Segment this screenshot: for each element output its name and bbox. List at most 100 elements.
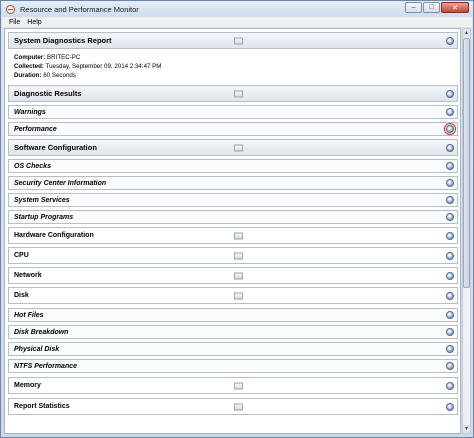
- section-title: Diagnostic Results: [14, 89, 82, 98]
- section-header[interactable]: Startup Programs ▼: [9, 211, 457, 223]
- section-title: Warnings: [14, 108, 46, 116]
- section-header[interactable]: Disk Breakdown ▼: [9, 326, 457, 338]
- section-header[interactable]: Software Configuration ▲: [9, 140, 457, 155]
- expand-icon[interactable]: ▼: [446, 328, 454, 336]
- section-header[interactable]: Hardware Configuration ▼: [9, 228, 457, 243]
- section-header[interactable]: Hot Files ▼: [9, 309, 457, 321]
- expand-icon[interactable]: ▼: [446, 213, 454, 221]
- monitor-icon: [6, 4, 15, 14]
- expand-icon[interactable]: ▼: [446, 231, 454, 240]
- checkbox-icon[interactable]: [234, 272, 243, 279]
- section-title: CPU: [14, 252, 29, 259]
- section-report-statistics: Report Statistics ▼: [8, 398, 458, 415]
- section-title: Hot Files: [14, 311, 44, 319]
- section-title: Disk Breakdown: [14, 328, 69, 336]
- scroll-up-icon[interactable]: ▲: [463, 29, 470, 37]
- expand-icon[interactable]: ▼: [446, 196, 454, 204]
- section-header[interactable]: Performance ▼: [9, 123, 457, 135]
- section-diagnostic-results: Diagnostic Results ▲: [8, 85, 458, 102]
- section-security-center: Security Center Information ▼: [8, 176, 458, 190]
- computer-label: Computer:: [14, 54, 46, 61]
- section-startup-programs: Startup Programs ▼: [8, 210, 458, 224]
- duration-label: Duration:: [14, 72, 42, 79]
- window-controls: – □ ✕: [404, 2, 469, 13]
- section-header[interactable]: NTFS Performance ▼: [9, 360, 457, 372]
- section-title: Security Center Information: [14, 179, 107, 187]
- section-title: Disk: [14, 292, 29, 299]
- expand-icon[interactable]: ▼: [446, 311, 454, 319]
- section-software-configuration: Software Configuration ▲: [8, 139, 458, 156]
- window-title: Resource and Performance Monitor: [20, 4, 139, 14]
- section-hardware-configuration: Hardware Configuration ▼: [8, 227, 458, 244]
- section-title: System Services: [14, 196, 70, 204]
- expand-icon[interactable]: ▼: [446, 345, 454, 353]
- report-content: System Diagnostics Report ▲ Computer: BR…: [4, 28, 461, 434]
- section-header[interactable]: Disk ▼: [9, 288, 457, 303]
- section-title: Memory: [14, 382, 41, 389]
- section-title: NTFS Performance: [14, 362, 78, 370]
- collected-label: Collected:: [14, 63, 44, 70]
- section-header[interactable]: Diagnostic Results ▲: [9, 86, 457, 101]
- section-header[interactable]: Security Center Information ▼: [9, 177, 457, 189]
- section-ntfs-performance: NTFS Performance ▼: [8, 359, 458, 373]
- expand-icon[interactable]: ▼: [446, 362, 454, 370]
- section-header[interactable]: Physical Disk ▼: [9, 343, 457, 355]
- scroll-thumb[interactable]: [463, 38, 470, 288]
- section-os-checks: OS Checks ▼: [8, 159, 458, 173]
- collapse-icon[interactable]: ▲: [446, 143, 454, 152]
- section-network: Network ▼: [8, 267, 458, 284]
- title-bar[interactable]: Resource and Performance Monitor – □ ✕: [1, 1, 473, 17]
- section-title: Hardware Configuration: [14, 232, 94, 239]
- section-header[interactable]: Network ▼: [9, 268, 457, 283]
- section-title: Report Statistics: [14, 403, 70, 410]
- section-title: Physical Disk: [14, 345, 60, 353]
- checkbox-icon[interactable]: [234, 382, 243, 389]
- section-system-services: System Services ▼: [8, 193, 458, 207]
- expand-icon[interactable]: ▼: [444, 123, 456, 135]
- section-header[interactable]: OS Checks ▼: [9, 160, 457, 172]
- section-header[interactable]: CPU ▼: [9, 248, 457, 263]
- section-system-diagnostics-report: System Diagnostics Report ▲: [8, 32, 458, 49]
- section-title: Startup Programs: [14, 213, 74, 221]
- expand-icon[interactable]: ▼: [446, 381, 454, 390]
- checkbox-icon[interactable]: [234, 144, 243, 151]
- section-title: Performance: [14, 125, 57, 133]
- menu-help[interactable]: Help: [27, 19, 41, 26]
- section-disk: Disk ▼: [8, 287, 458, 304]
- collapse-icon[interactable]: ▲: [446, 36, 454, 45]
- section-header[interactable]: Report Statistics ▼: [9, 399, 457, 414]
- section-title: System Diagnostics Report: [14, 36, 112, 45]
- checkbox-icon[interactable]: [234, 403, 243, 410]
- section-header[interactable]: System Services ▼: [9, 194, 457, 206]
- section-hot-files: Hot Files ▼: [8, 308, 458, 322]
- checkbox-icon[interactable]: [234, 37, 243, 44]
- scroll-down-icon[interactable]: ▼: [463, 425, 470, 433]
- maximize-button[interactable]: □: [423, 2, 440, 13]
- checkbox-icon[interactable]: [234, 292, 243, 299]
- expand-icon[interactable]: ▼: [446, 402, 454, 411]
- duration-value: 60 Seconds: [43, 72, 76, 79]
- expand-icon[interactable]: ▼: [446, 271, 454, 280]
- checkbox-icon[interactable]: [234, 232, 243, 239]
- section-header[interactable]: Warnings ▲: [9, 106, 457, 118]
- section-cpu: CPU ▼: [8, 247, 458, 264]
- menu-bar: File Help: [2, 17, 472, 27]
- vertical-scrollbar[interactable]: ▲ ▼: [462, 28, 471, 434]
- section-disk-breakdown: Disk Breakdown ▼: [8, 325, 458, 339]
- menu-file[interactable]: File: [9, 19, 20, 26]
- expand-icon[interactable]: ▼: [446, 291, 454, 300]
- checkbox-icon[interactable]: [234, 252, 243, 259]
- collapse-icon[interactable]: ▲: [446, 89, 454, 98]
- expand-icon[interactable]: ▼: [446, 179, 454, 187]
- section-header[interactable]: System Diagnostics Report ▲: [9, 33, 457, 48]
- collapse-icon[interactable]: ▲: [446, 108, 454, 116]
- expand-icon[interactable]: ▼: [446, 162, 454, 170]
- section-physical-disk: Physical Disk ▼: [8, 342, 458, 356]
- report-summary: Computer: BRITEC-PC Collected: Tuesday, …: [8, 51, 458, 83]
- section-title: OS Checks: [14, 162, 51, 170]
- section-header[interactable]: Memory ▼: [9, 378, 457, 393]
- minimize-button[interactable]: –: [405, 2, 422, 13]
- close-button[interactable]: ✕: [441, 2, 469, 13]
- checkbox-icon[interactable]: [234, 90, 243, 97]
- expand-icon[interactable]: ▼: [446, 251, 454, 260]
